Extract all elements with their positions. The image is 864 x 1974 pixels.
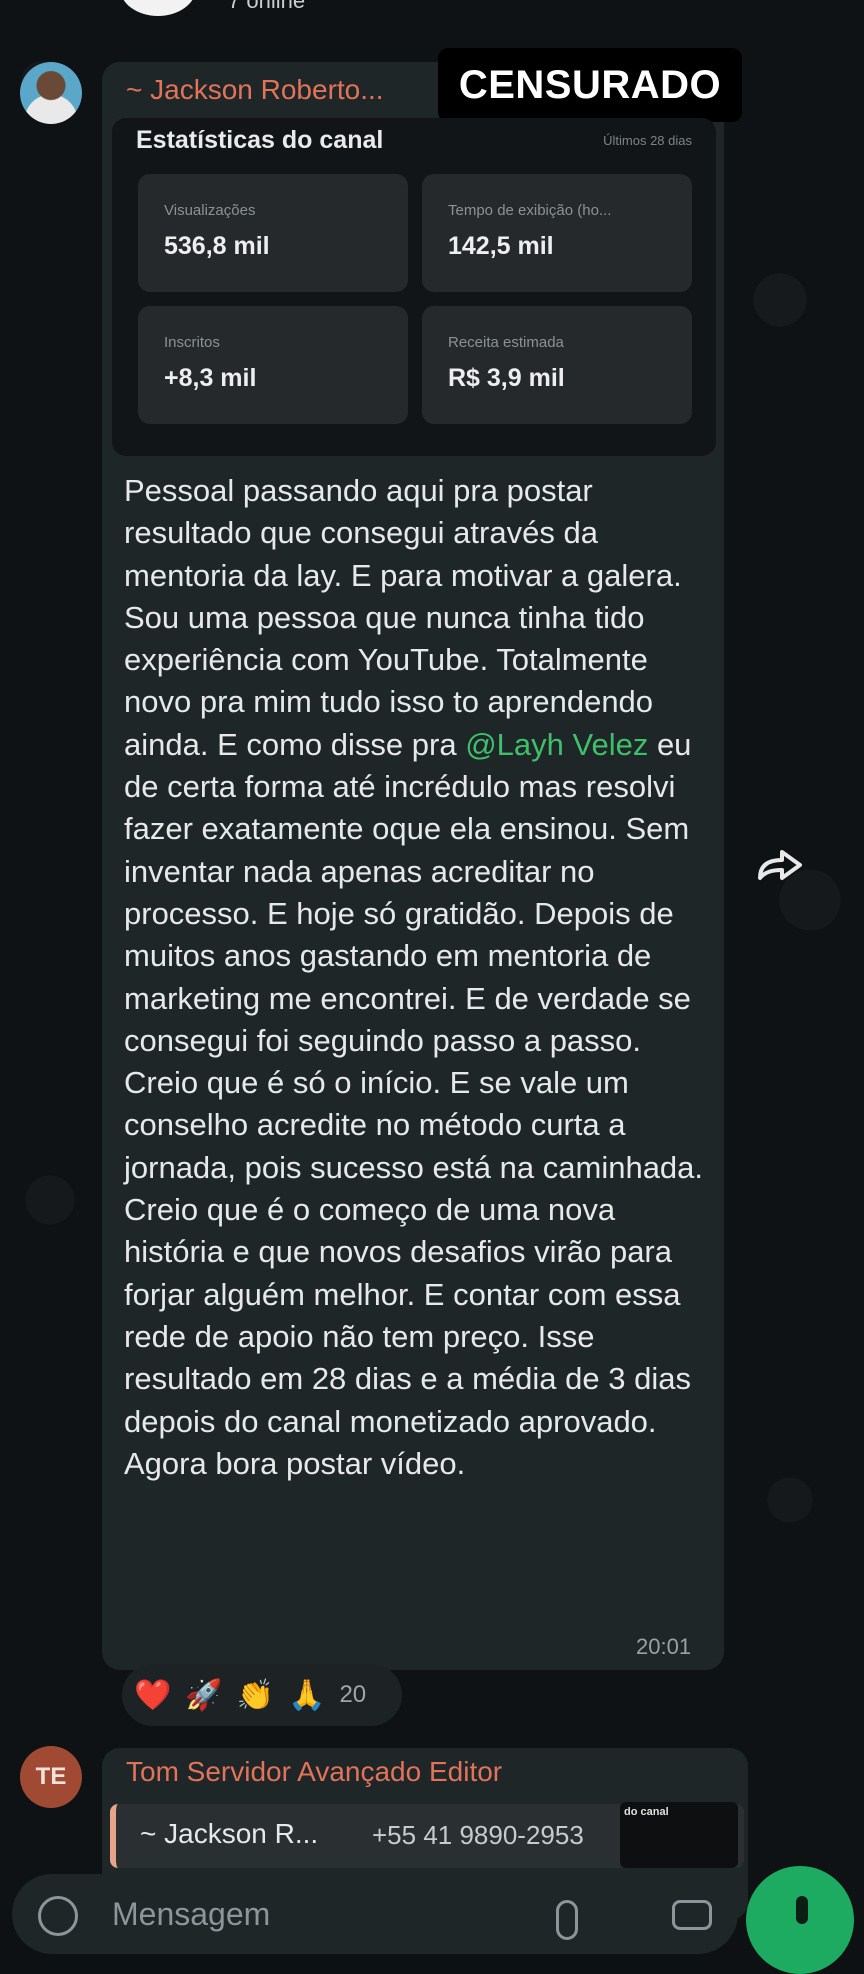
censor-label: CENSURADO	[438, 48, 742, 122]
quoted-phone: +55 41 9890-2953	[372, 1820, 584, 1850]
reaction-rocket[interactable]: 🚀	[185, 1678, 222, 1713]
avatar[interactable]: TE	[20, 1746, 82, 1808]
stat-tile-watch-time: Tempo de exibição (ho... 142,5 mil	[422, 174, 692, 292]
quoted-sender: ~ Jackson R...	[140, 1818, 319, 1849]
message-time: 20:01	[636, 1634, 692, 1659]
avatar[interactable]	[20, 62, 82, 124]
message-input[interactable]: Mensagem	[112, 1896, 270, 1933]
stat-label: Receita estimada	[448, 334, 564, 351]
stat-tile-views: Visualizações 536,8 mil	[138, 174, 408, 292]
online-status: 7 online	[228, 0, 306, 13]
message-text-part: eu de certa forma até incrédulo mas reso…	[124, 726, 704, 1481]
stat-tile-revenue: Receita estimada R$ 3,9 mil	[422, 306, 692, 424]
sender-name[interactable]: ~ Jackson Roberto...	[126, 74, 384, 106]
message-text: Pessoal passando aqui pra postar resulta…	[124, 470, 714, 1485]
stats-period: Últimos 28 dias	[603, 133, 692, 148]
stat-label: Tempo de exibição (ho...	[448, 202, 612, 219]
stat-label: Inscritos	[164, 334, 220, 351]
emoji-icon[interactable]	[38, 1896, 78, 1936]
camera-icon[interactable]	[672, 1900, 712, 1930]
stat-value: 142,5 mil	[448, 232, 554, 260]
reaction-heart[interactable]: ❤️	[134, 1678, 171, 1713]
stat-tile-subscribers: Inscritos +8,3 mil	[138, 306, 408, 424]
group-avatar[interactable]	[120, 0, 196, 16]
quoted-thumbnail: do canal	[620, 1802, 738, 1868]
stat-value: R$ 3,9 mil	[448, 364, 565, 392]
reaction-count: 20	[339, 1681, 367, 1708]
reaction-pray[interactable]: 🙏	[288, 1678, 325, 1713]
attach-icon[interactable]	[556, 1900, 578, 1940]
stats-title: Estatísticas do canal	[136, 126, 384, 154]
stat-value: +8,3 mil	[164, 364, 257, 392]
reactions-bar[interactable]: ❤️ 🚀 👏 🙏 20	[122, 1664, 402, 1726]
sender-name[interactable]: Tom Servidor Avançado Editor	[126, 1756, 502, 1788]
message-text-part: Pessoal passando aqui pra postar resulta…	[124, 473, 682, 762]
mention-link[interactable]: @Layh Velez	[465, 727, 648, 762]
chat-header[interactable]: 7 online	[0, 0, 864, 20]
forward-icon[interactable]	[756, 848, 806, 882]
stat-label: Visualizações	[164, 202, 256, 219]
quoted-thumb-text: do canal	[624, 1806, 669, 1818]
stat-value: 536,8 mil	[164, 232, 270, 260]
reaction-clap[interactable]: 👏	[237, 1678, 274, 1713]
